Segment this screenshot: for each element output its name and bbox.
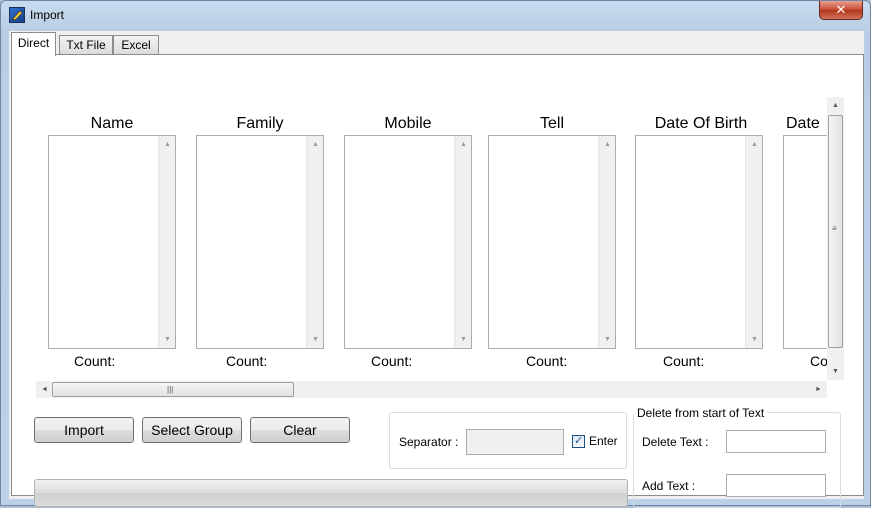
scroll-down-icon[interactable]: ▼: [307, 331, 324, 348]
scroll-down-icon[interactable]: ▼: [159, 331, 176, 348]
scroll-thumb[interactable]: ≡: [828, 115, 843, 348]
column-header-date-of-birth: Date Of Birth: [654, 115, 748, 132]
enter-checkbox[interactable]: ✓: [572, 435, 585, 448]
list-name[interactable]: ▲ ▼: [48, 135, 176, 349]
grip-icon: ≡: [832, 224, 837, 233]
scroll-up-icon[interactable]: ▲: [159, 136, 176, 153]
import-app-icon: [9, 7, 25, 23]
clear-button[interactable]: Clear: [250, 417, 350, 443]
grip-icon: |||: [167, 385, 174, 394]
scroll-left-icon[interactable]: ◄: [36, 381, 53, 398]
client-area: Direct Txt File Excel Name Family Mobile…: [9, 31, 864, 508]
tab-direct[interactable]: Direct: [11, 32, 56, 56]
title-bar: Import ✕: [1, 1, 870, 29]
list-date-of-birth[interactable]: ▲ ▼: [635, 135, 763, 349]
list-date[interactable]: [783, 135, 827, 349]
list-scrollbar[interactable]: ▲ ▼: [745, 136, 762, 348]
count-label-family: Count:: [226, 353, 268, 369]
list-scrollbar[interactable]: ▲ ▼: [454, 136, 471, 348]
tab-strip: Direct Txt File Excel: [9, 31, 864, 56]
delete-text-label: Delete Text :: [642, 435, 709, 449]
scroll-up-icon[interactable]: ▲: [827, 97, 844, 114]
import-progress-bar: [34, 479, 628, 507]
panel-horizontal-scrollbar[interactable]: ◄ ||| ►: [36, 381, 827, 398]
list-mobile[interactable]: ▲ ▼: [344, 135, 472, 349]
tab-label: Excel: [121, 38, 151, 52]
tab-txt-file[interactable]: Txt File: [59, 35, 113, 55]
delete-group-legend: Delete from start of Text: [634, 406, 768, 420]
count-label-date-of-birth: Count:: [663, 353, 705, 369]
tab-excel[interactable]: Excel: [113, 35, 159, 55]
import-button[interactable]: Import: [34, 417, 134, 443]
window-title: Import: [30, 8, 65, 22]
add-text-input[interactable]: [726, 474, 826, 497]
tab-label: Direct: [17, 36, 50, 50]
column-header-name: Name: [90, 115, 134, 132]
scroll-up-icon[interactable]: ▲: [307, 136, 324, 153]
count-label-name: Count:: [74, 353, 116, 369]
close-icon: ✕: [835, 2, 847, 17]
scroll-up-icon[interactable]: ▲: [455, 136, 472, 153]
list-scrollbar[interactable]: ▲ ▼: [306, 136, 323, 348]
scroll-up-icon[interactable]: ▲: [746, 136, 763, 153]
add-text-label: Add Text :: [642, 479, 696, 493]
tab-page-direct: Name Family Mobile Tell Date Of Birth Da…: [11, 54, 864, 508]
scroll-down-icon[interactable]: ▼: [455, 331, 472, 348]
column-header-family: Family: [236, 115, 284, 132]
panel-vertical-scrollbar[interactable]: ▲ ≡ ▼: [827, 97, 844, 380]
close-button[interactable]: ✕: [819, 1, 863, 20]
enter-label: Enter: [589, 434, 618, 448]
count-label-date: Co: [810, 353, 828, 369]
column-header-date: Date: [786, 115, 820, 132]
list-scrollbar[interactable]: ▲ ▼: [158, 136, 175, 348]
scroll-right-icon[interactable]: ►: [810, 381, 827, 398]
check-icon: ✓: [574, 435, 584, 447]
select-group-button[interactable]: Select Group: [142, 417, 242, 443]
scroll-down-icon[interactable]: ▼: [746, 331, 763, 348]
list-tell[interactable]: ▲ ▼: [488, 135, 616, 349]
delete-text-input[interactable]: [726, 430, 826, 453]
tab-label: Txt File: [66, 38, 106, 52]
column-header-tell: Tell: [539, 115, 564, 132]
separator-label: Separator :: [399, 435, 459, 449]
import-window: Import ✕ Direct Txt File Excel Name Fami…: [0, 0, 871, 508]
scroll-down-icon[interactable]: ▼: [827, 363, 844, 380]
column-header-mobile: Mobile: [384, 115, 432, 132]
count-label-mobile: Count:: [371, 353, 413, 369]
scroll-down-icon[interactable]: ▼: [599, 331, 616, 348]
list-scrollbar[interactable]: ▲ ▼: [598, 136, 615, 348]
count-label-tell: Count:: [526, 353, 568, 369]
scroll-thumb[interactable]: |||: [52, 382, 294, 397]
scroll-up-icon[interactable]: ▲: [599, 136, 616, 153]
separator-input[interactable]: [466, 429, 564, 455]
list-family[interactable]: ▲ ▼: [196, 135, 324, 349]
